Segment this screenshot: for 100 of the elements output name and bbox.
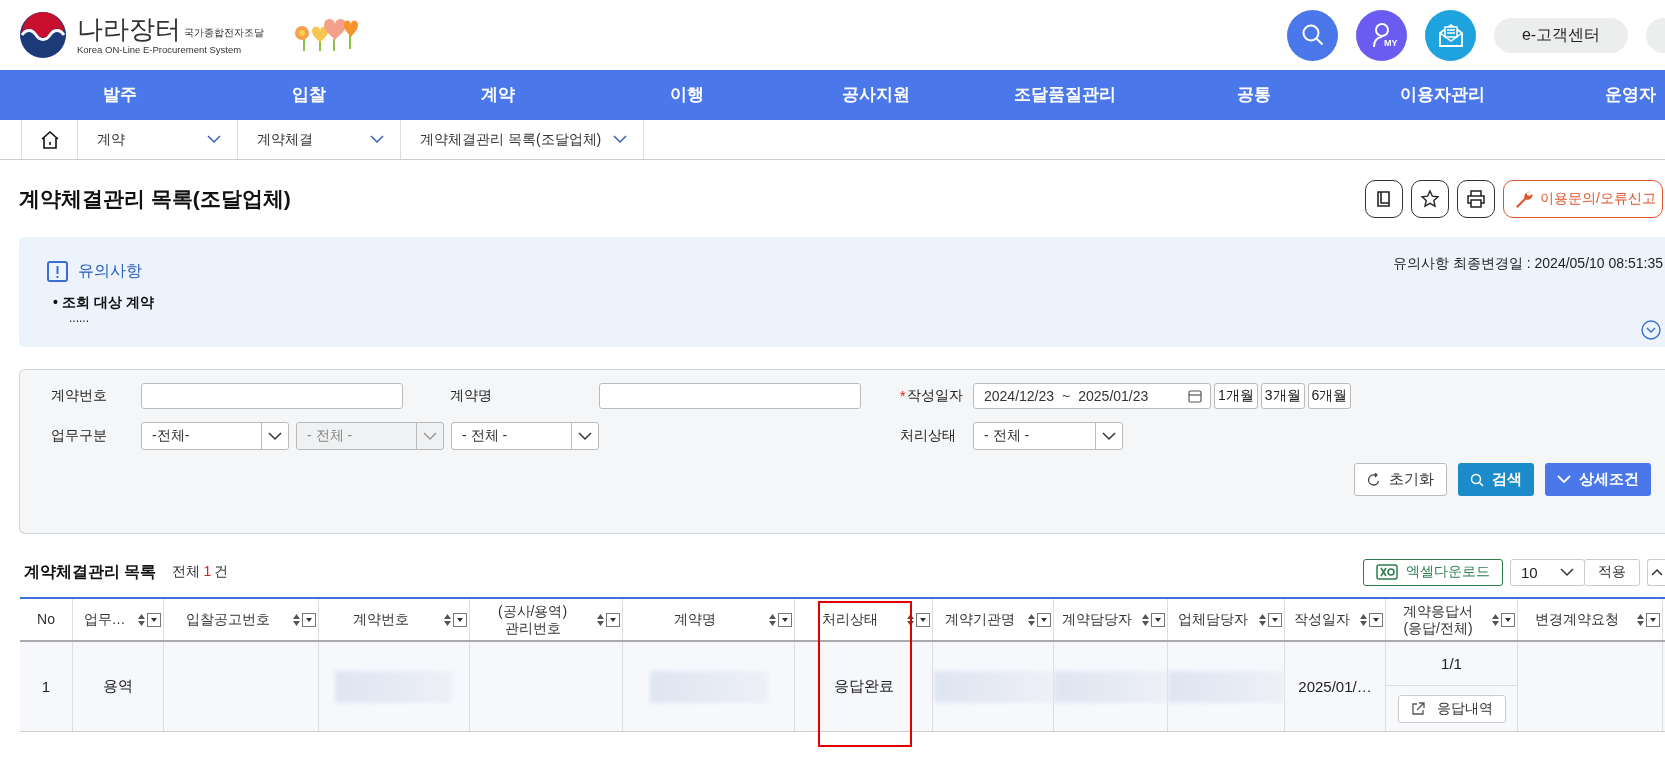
filter-dropdown-icon[interactable]	[1369, 612, 1383, 627]
select-dropdown[interactable]: - 전체 -	[973, 422, 1123, 450]
home-icon	[39, 129, 60, 150]
site-subtitle: 국가종합전자조달	[184, 26, 264, 40]
expand-button[interactable]	[1641, 320, 1661, 340]
column-header[interactable]: (공사/용역) 관리번호	[470, 599, 623, 640]
sort-icon[interactable]	[1637, 613, 1644, 626]
column-header[interactable]: No	[20, 599, 73, 640]
select-dropdown[interactable]: - 전체 -	[451, 422, 599, 450]
sort-icon[interactable]	[1028, 613, 1035, 626]
my-page-button[interactable]: MY	[1356, 9, 1407, 61]
filter-dropdown-icon[interactable]	[606, 612, 620, 627]
filter-dropdown-icon[interactable]	[1151, 612, 1165, 627]
alert-icon	[47, 261, 68, 282]
manual-button[interactable]	[1365, 179, 1404, 218]
table-cell: 2025/01/…	[1298, 678, 1372, 695]
column-header[interactable]: 계약담당자	[1054, 599, 1168, 640]
chevron-down-icon	[1102, 431, 1116, 441]
menu-item[interactable]: 공사지원	[781, 70, 970, 120]
filter-dropdown-icon[interactable]	[1501, 612, 1515, 627]
notice-updated-date: 유의사항 최종변경일 : 2024/05/10 08:51:35	[1393, 255, 1663, 273]
sort-icon[interactable]	[597, 613, 604, 626]
response-details-button[interactable]: 응답내역	[1397, 694, 1506, 723]
excel-download-button[interactable]: 엑셀다운로드	[1363, 558, 1503, 586]
table-cell: 1/1	[1441, 655, 1462, 672]
chevron-down-icon	[207, 135, 221, 144]
column-header[interactable]: 업체담당자	[1168, 599, 1285, 640]
site-tagline: Korea ON-Line E-Procurement System	[77, 44, 243, 55]
column-header[interactable]: 계약명	[623, 599, 795, 640]
total-count: 1	[203, 563, 212, 581]
date-range-field[interactable]: 2024/12/23 ~ 2025/01/23	[973, 383, 1211, 409]
filter-dropdown-icon[interactable]	[453, 612, 467, 627]
excel-icon	[1376, 564, 1398, 580]
table-cell: 용역	[103, 677, 133, 696]
column-header[interactable]: 처리상태	[795, 599, 933, 640]
filter-dropdown-icon[interactable]	[916, 612, 930, 627]
period-button[interactable]: 6개월	[1307, 383, 1352, 409]
column-header[interactable]: 계약기관명	[933, 599, 1054, 640]
filter-dropdown-icon[interactable]	[1037, 612, 1051, 627]
menu-item[interactable]: 이용자관리	[1348, 70, 1537, 120]
period-button[interactable]: 3개월	[1260, 383, 1305, 409]
page-size-select[interactable]: 10	[1510, 558, 1585, 586]
table-cell: 응답완료	[833, 677, 894, 696]
filter-dropdown-icon[interactable]	[778, 612, 792, 627]
report-button[interactable]: 이용문의/오류신고	[1503, 179, 1663, 218]
column-header[interactable]: 작성일자	[1285, 599, 1386, 640]
search-button[interactable]: 검색	[1458, 463, 1534, 496]
breadcrumb-dropdown[interactable]: 계약	[78, 120, 238, 159]
filter-dropdown-icon[interactable]	[1268, 612, 1282, 627]
filter-dropdown-icon[interactable]	[147, 612, 161, 627]
menu-item[interactable]: 공통	[1159, 70, 1348, 120]
mail-button[interactable]	[1425, 9, 1476, 61]
breadcrumb-dropdown[interactable]: 계약체결관리 목록(조달업체)	[401, 120, 644, 159]
field-label: 작성일자	[907, 387, 964, 405]
sort-icon[interactable]	[769, 613, 776, 626]
chevron-down-icon	[1560, 567, 1574, 577]
favorite-button[interactable]	[1411, 179, 1450, 218]
notice-item: • 조회 대상 계약	[53, 294, 155, 312]
menu-item[interactable]: 계약	[403, 70, 592, 120]
column-header[interactable]: 변경계약요청	[1518, 599, 1663, 640]
menu-item[interactable]: 운영자	[1537, 70, 1656, 120]
period-button[interactable]: 1개월	[1214, 383, 1258, 409]
caret-up-icon	[1651, 568, 1663, 576]
select-dropdown[interactable]: -전체-	[141, 422, 289, 450]
menu-item[interactable]: 입찰	[214, 70, 403, 120]
column-header[interactable]: 업무…	[73, 599, 164, 640]
sort-icon[interactable]	[293, 613, 300, 626]
breadcrumb-dropdown[interactable]: 계약체결	[238, 120, 401, 159]
mail-icon	[1436, 21, 1465, 49]
total-unit: 건	[214, 563, 229, 581]
sort-icon[interactable]	[138, 613, 145, 626]
chevron-down-icon	[370, 135, 384, 144]
search-button[interactable]	[1287, 9, 1338, 61]
input-field[interactable]	[599, 383, 861, 409]
sort-icon[interactable]	[1259, 613, 1266, 626]
sort-icon[interactable]	[907, 613, 914, 626]
input-field[interactable]	[141, 383, 403, 409]
chevron-down-icon	[268, 431, 282, 441]
column-header[interactable]: 입찰공고번호	[164, 599, 319, 640]
sort-icon[interactable]	[1142, 613, 1149, 626]
print-button[interactable]	[1457, 179, 1496, 218]
detail-conditions-button[interactable]: 상세조건	[1545, 463, 1651, 496]
total-label: 전체	[172, 563, 201, 581]
field-label: 계약명	[450, 387, 492, 405]
sort-icon[interactable]	[444, 613, 451, 626]
sort-icon[interactable]	[1492, 613, 1499, 626]
field-label: 계약번호	[51, 387, 107, 405]
home-button[interactable]	[21, 120, 78, 159]
sort-icon[interactable]	[1360, 613, 1367, 626]
column-header[interactable]: 계약번호	[319, 599, 470, 640]
column-header[interactable]: 계약응답서 (응답/전체)	[1386, 599, 1518, 640]
menu-item[interactable]: 이행	[592, 70, 781, 120]
menu-item[interactable]: 조달품질관리	[970, 70, 1159, 120]
collapse-button[interactable]	[1647, 558, 1665, 586]
apply-button[interactable]: 적용	[1584, 558, 1640, 586]
menu-item[interactable]: 발주	[25, 70, 214, 120]
filter-dropdown-icon[interactable]	[302, 612, 316, 627]
filter-dropdown-icon[interactable]	[1646, 612, 1660, 627]
customer-center-button[interactable]: e-고객센터	[1494, 17, 1628, 53]
reset-button[interactable]: 초기화	[1354, 463, 1447, 496]
